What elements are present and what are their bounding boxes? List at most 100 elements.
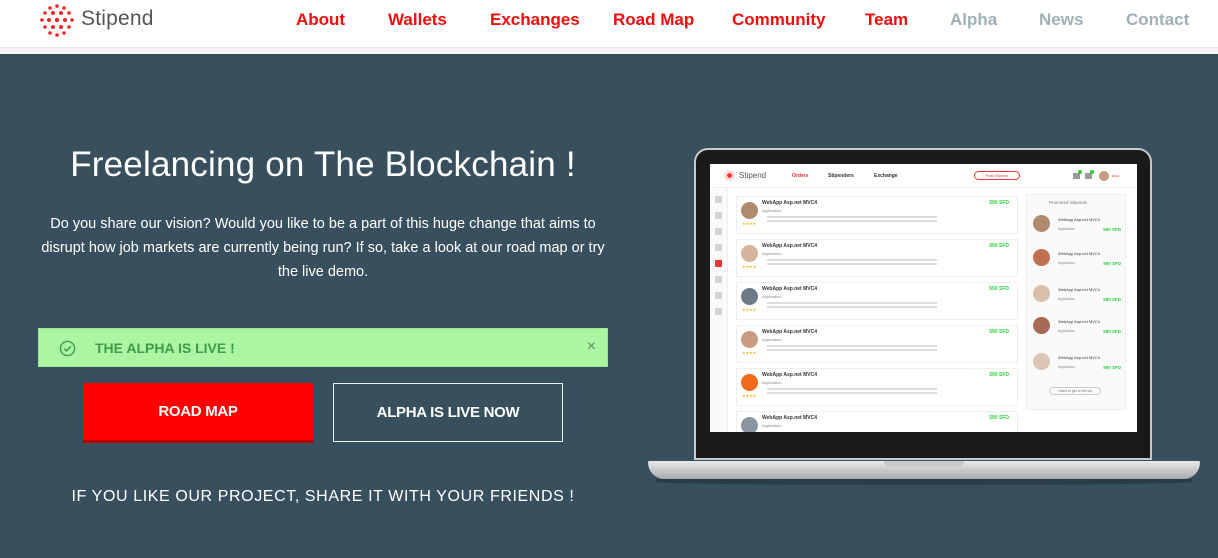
close-icon[interactable]: × (587, 338, 596, 356)
mini-user-icons (1073, 170, 1119, 181)
mini-job-title: WebApp Asp.net MVC4 (762, 243, 818, 249)
mini-panel-item-price: 590 SFD (1103, 261, 1121, 266)
mini-panel-item: WebApp Asp.net MVC4 Application 590 SFD (1033, 213, 1121, 241)
mini-panel-title: Promoted Stipends (1049, 200, 1088, 205)
nav-contact[interactable]: Contact (1126, 10, 1189, 30)
mini-job-desc (767, 259, 937, 261)
mini-logo-icon (724, 170, 735, 181)
nav-news[interactable]: News (1039, 10, 1083, 30)
mini-music-icon (715, 212, 722, 219)
laptop-shadow (656, 479, 1192, 485)
avatar (1033, 249, 1050, 266)
mini-job-item: WebApp Asp.net MVC4 Application 590 SFD (736, 411, 1018, 432)
mini-star-icon (715, 292, 722, 299)
mini-panel-item-sub: Application (1058, 227, 1076, 231)
mini-mail-icon (715, 228, 722, 235)
mini-job-sub: Application (762, 294, 782, 299)
mini-logo-text: Stipend (739, 171, 767, 180)
mini-panel-item-sub: Application (1058, 261, 1076, 265)
star-rating-icon: ★★★★ (742, 264, 757, 269)
nav-wallets[interactable]: Wallets (388, 10, 447, 30)
mini-panel-item: WebApp Asp.net MVC4 Application 590 SFD (1033, 247, 1121, 275)
avatar (741, 417, 758, 432)
mini-panel-item: WebApp Asp.net MVC4 Application 590 SFD (1033, 351, 1121, 379)
mini-job-title: WebApp Asp.net MVC4 (762, 329, 818, 335)
nav-about[interactable]: About (296, 10, 345, 30)
mini-nav-exchange: Exchange (874, 173, 898, 179)
mini-panel-item-price: 590 SFD (1103, 297, 1121, 302)
nav-community[interactable]: Community (732, 10, 826, 30)
alert-message: THE ALPHA IS LIVE ! (95, 340, 235, 356)
mini-panel-item-price: 590 SFD (1103, 227, 1121, 232)
road-map-button[interactable]: ROAD MAP (83, 383, 313, 443)
mini-job-price: 590 SFD (989, 286, 1009, 292)
mini-job-sub: Application (762, 208, 782, 213)
alpha-live-alert: THE ALPHA IS LIVE ! × (38, 328, 608, 367)
mini-panel-item-price: 590 SFD (1103, 329, 1121, 334)
mini-post-button: Post Stipend (974, 171, 1020, 180)
laptop-mockup-image: Stipend Orders Stipenders Exchange Post … (648, 148, 1200, 490)
mini-sidebar (710, 188, 728, 432)
mini-wrench-icon (715, 276, 722, 283)
mini-nav-stipenders: Stipenders (828, 173, 854, 179)
mini-job-sub: Application (762, 380, 782, 385)
avatar (741, 288, 758, 305)
mini-job-item: WebApp Asp.net MVC4 Application 590 SFD … (736, 368, 1018, 406)
avatar (741, 202, 758, 219)
nav-alpha[interactable]: Alpha (950, 10, 997, 30)
star-rating-icon: ★★★★ (742, 350, 757, 355)
mini-job-item: WebApp Asp.net MVC4 Application 590 SFD … (736, 282, 1018, 320)
check-circle-icon (59, 340, 76, 357)
mini-panel-item-title: WebApp Asp.net MVC4 (1058, 217, 1100, 222)
mini-job-title: WebApp Asp.net MVC4 (762, 286, 818, 292)
mini-panel-item-price: 590 SFD (1103, 365, 1121, 370)
mini-app-topbar: Stipend Orders Stipenders Exchange Post … (710, 164, 1137, 188)
mini-panel-item-title: WebApp Asp.net MVC4 (1058, 355, 1100, 360)
hero-description: Do you share our vision? Would you like … (41, 216, 605, 280)
mini-job-item: WebApp Asp.net MVC4 Application 590 SFD … (736, 239, 1018, 277)
star-rating-icon: ★★★★ (742, 393, 757, 398)
mini-job-price: 590 SFD (989, 329, 1009, 335)
mini-panel-item-title: WebApp Asp.net MVC4 (1058, 319, 1100, 324)
mini-job-sub: Application (762, 337, 782, 342)
avatar (1033, 215, 1050, 232)
mini-panel-item-sub: Application (1058, 329, 1076, 333)
mini-job-desc (767, 302, 937, 304)
avatar (1033, 353, 1050, 370)
stipend-logo-icon[interactable] (37, 2, 77, 40)
mini-panel-item-title: WebApp Asp.net MVC4 (1058, 287, 1100, 292)
mini-job-item: WebApp Asp.net MVC4 Application 590 SFD … (736, 325, 1018, 363)
mini-panel-item-sub: Application (1058, 365, 1076, 369)
mini-promoted-panel: Promoted Stipends WebApp Asp.net MVC4 Ap… (1026, 194, 1126, 410)
mini-job-title: WebApp Asp.net MVC4 (762, 372, 818, 378)
alpha-live-button[interactable]: ALPHA IS LIVE NOW (333, 383, 563, 442)
mini-job-price: 590 SFD (989, 372, 1009, 378)
mini-job-desc (767, 216, 937, 218)
mini-grid-icon (715, 196, 722, 203)
mini-job-title: WebApp Asp.net MVC4 (762, 415, 818, 421)
laptop-screen: Stipend Orders Stipenders Exchange Post … (710, 164, 1137, 432)
mini-job-item: WebApp Asp.net MVC4 Application 590 SFD … (736, 196, 1018, 234)
mini-panel-button: I want to get to the top (1049, 387, 1101, 395)
avatar (1033, 285, 1050, 302)
mini-panel-item-sub: Application (1058, 297, 1076, 301)
logo-text[interactable]: Stipend (81, 7, 154, 31)
site-header: Stipend About Wallets Exchanges Road Map… (0, 0, 1218, 48)
mini-panel-item: WebApp Asp.net MVC4 Application 590 SFD (1033, 315, 1121, 343)
mini-info-icon (715, 308, 722, 315)
mini-job-price: 590 SFD (989, 200, 1009, 206)
nav-exchanges[interactable]: Exchanges (490, 10, 580, 30)
mini-panel-item: WebApp Asp.net MVC4 Application 590 SFD (1033, 283, 1121, 311)
laptop-notch (884, 461, 964, 467)
avatar (741, 245, 758, 262)
mini-panel-item-title: WebApp Asp.net MVC4 (1058, 251, 1100, 256)
mini-job-desc (767, 388, 937, 390)
avatar (741, 331, 758, 348)
mini-job-title: WebApp Asp.net MVC4 (762, 200, 818, 206)
avatar (1033, 317, 1050, 334)
mini-chart-icon (715, 244, 722, 251)
mini-job-desc (767, 345, 937, 347)
nav-team[interactable]: Team (865, 10, 908, 30)
share-prompt: IF YOU LIKE OUR PROJECT, SHARE IT WITH Y… (71, 488, 575, 505)
nav-road-map[interactable]: Road Map (613, 10, 694, 30)
